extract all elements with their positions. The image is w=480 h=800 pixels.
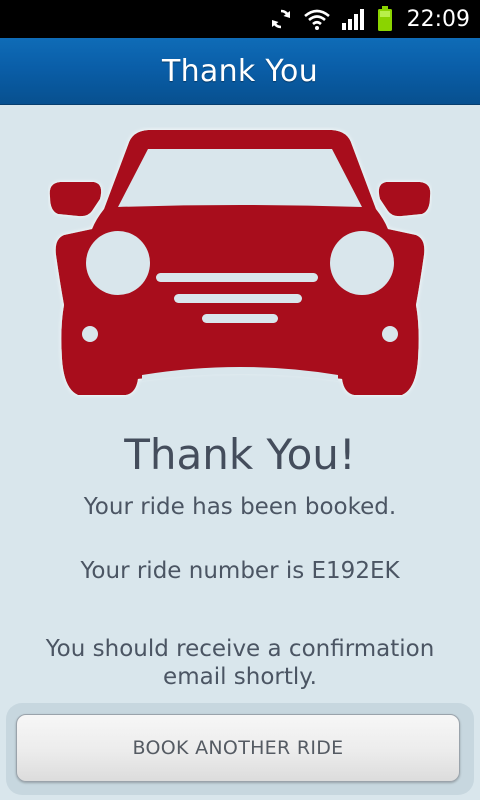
thank-you-heading: Thank You! bbox=[124, 430, 356, 479]
status-icons: 22:09 bbox=[269, 0, 470, 38]
status-bar: 22:09 bbox=[0, 0, 480, 38]
title-bar: Thank You bbox=[0, 38, 480, 105]
ride-number-message: Your ride number is E192EK bbox=[80, 558, 400, 584]
car-icon bbox=[48, 127, 432, 403]
battery-icon bbox=[377, 6, 393, 32]
signal-icon bbox=[341, 7, 367, 31]
booked-message: Your ride has been booked. bbox=[83, 494, 397, 520]
content-area: Thank You! Your ride has been booked. Yo… bbox=[0, 105, 480, 800]
confirmation-message: You should receive a confirmation email … bbox=[45, 636, 435, 690]
page-title: Thank You bbox=[161, 53, 319, 89]
book-another-ride-button[interactable]: BOOK ANOTHER RIDE bbox=[16, 714, 460, 782]
status-time: 22:09 bbox=[406, 6, 470, 32]
wifi-icon bbox=[303, 7, 331, 31]
sync-icon bbox=[269, 7, 293, 31]
